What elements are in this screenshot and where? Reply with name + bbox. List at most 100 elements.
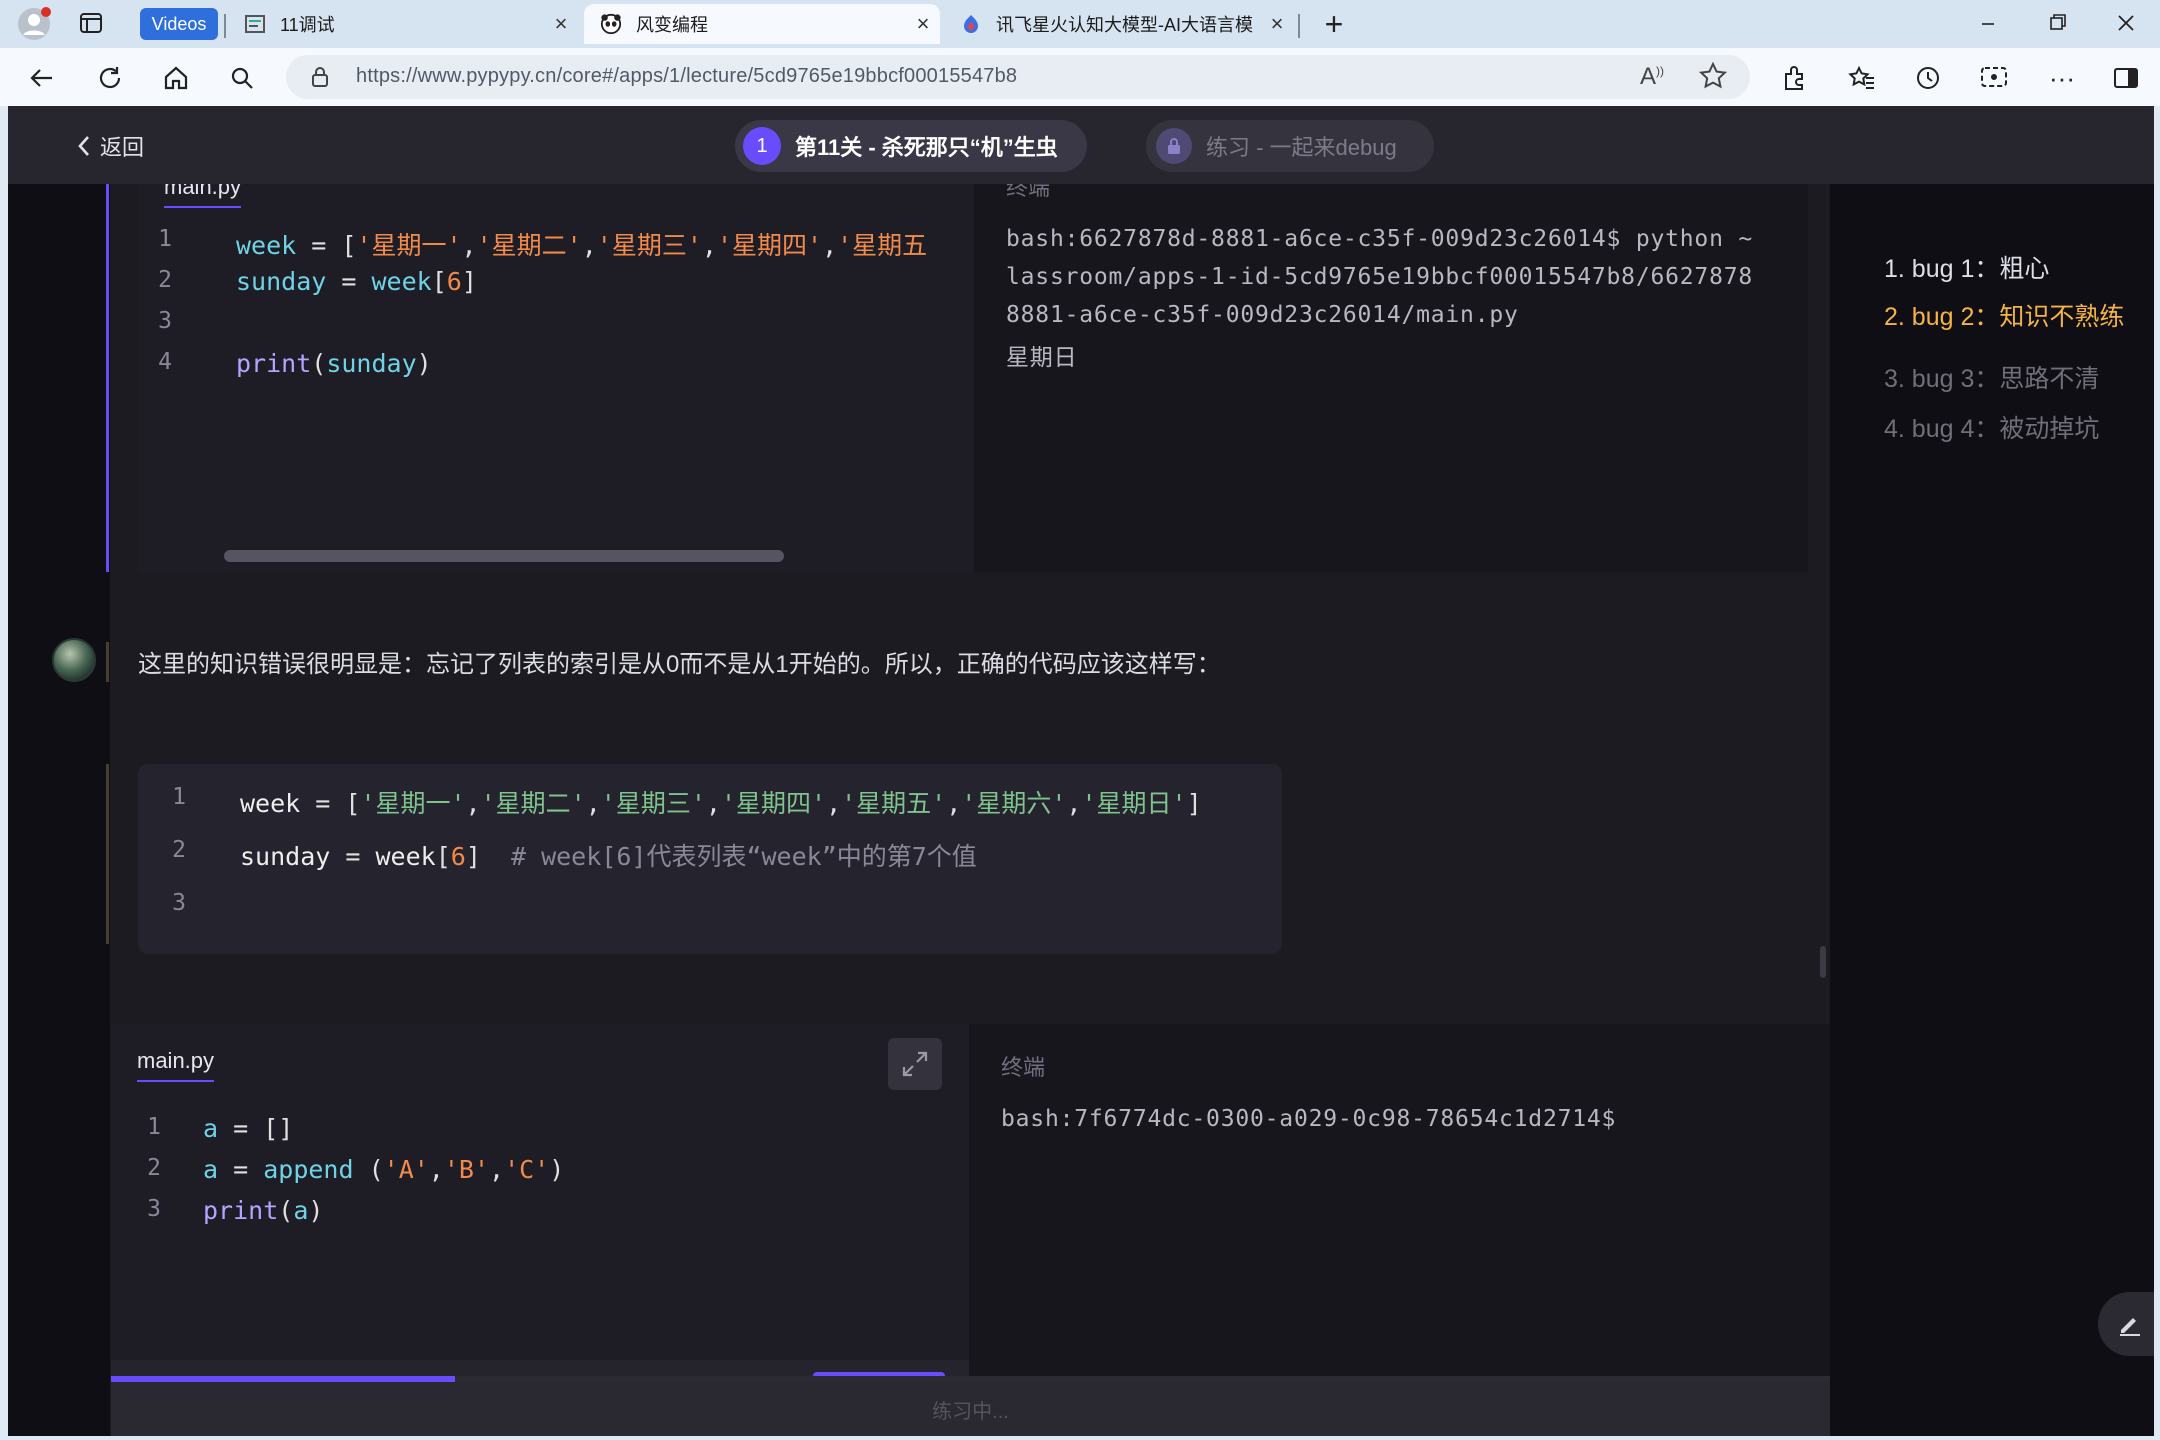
browser-tab-bar: Videos 11调试 × 风变编程 × 讯飞星火认知大模型-AI大语言模 × …	[0, 0, 2160, 48]
line-number: 3	[147, 1196, 161, 1222]
reload-icon[interactable]	[90, 58, 130, 98]
code-line: sunday = week[6] # week[6]代表列表“week”中的第7…	[240, 837, 977, 873]
code-token: 6	[450, 842, 466, 871]
line-number: 4	[158, 349, 172, 375]
tab-actions-icon[interactable]	[78, 10, 106, 38]
code-token: '星期二'	[476, 231, 582, 260]
close-tab-icon[interactable]: ×	[906, 11, 940, 37]
extensions-icon[interactable]	[1774, 58, 1814, 98]
tab-label: 11调试	[280, 15, 335, 35]
code-token: week	[240, 789, 301, 818]
read-aloud-icon[interactable]: A))	[1640, 63, 1664, 91]
line-number: 1	[172, 784, 186, 810]
profile-avatar[interactable]	[16, 6, 52, 42]
page-icon	[244, 13, 266, 35]
tab-group-label: Videos	[151, 13, 207, 34]
code-token: week	[375, 842, 436, 871]
tab-11debug[interactable]: 11调试 ×	[228, 4, 578, 44]
horizontal-scrollbar[interactable]	[224, 550, 784, 562]
back-button[interactable]: 返回	[76, 130, 144, 162]
close-tab-icon[interactable]: ×	[1260, 11, 1294, 37]
code-token: ,	[465, 789, 481, 818]
code-token: ,	[489, 1155, 505, 1184]
file-tab[interactable]: main.py	[164, 184, 242, 208]
tab-fengbian[interactable]: 风变编程 ×	[584, 4, 940, 44]
address-bar[interactable]: https://www.pypypy.cn/core#/apps/1/lectu…	[286, 55, 1750, 99]
close-tab-icon[interactable]: ×	[544, 11, 578, 37]
practice-title: 练习 - 一起来debug	[1206, 135, 1397, 160]
code-token: = [	[300, 789, 361, 818]
terminal-output-line: 星期日	[1006, 345, 1078, 371]
code-token: =	[330, 842, 376, 871]
code-token: ,	[461, 231, 477, 260]
lesson-tab[interactable]: 1 第11关 - 杀死那只“机”生虫	[735, 120, 1087, 172]
code-line: print(sunday)	[236, 349, 432, 378]
code-token: )	[549, 1155, 565, 1184]
practice-tab[interactable]: 练习 - 一起来debug	[1146, 120, 1434, 172]
code-token: '星期一'	[356, 231, 462, 260]
terminal-line: lassroom/apps-1-id-5cd9765e19bbcf0001554…	[1006, 264, 1754, 290]
new-tab-icon[interactable]: +	[1316, 6, 1352, 42]
code-token: a	[293, 1196, 309, 1225]
line-number: 1	[158, 226, 172, 252]
code-token: '星期一'	[360, 789, 466, 818]
back-icon[interactable]	[22, 58, 62, 98]
code-token: # week[6]代表列表“week”中的第7个值	[480, 842, 977, 871]
left-rail	[8, 184, 110, 1436]
line-number: 2	[172, 837, 186, 863]
code-token: ]	[465, 842, 481, 871]
outline-item-bug4[interactable]: 4. bug 4：被动掉坑	[1884, 412, 2134, 446]
home-icon[interactable]	[156, 58, 196, 98]
outline-item-bug1[interactable]: 1. bug 1：粗心	[1884, 252, 2134, 286]
code-token: sunday	[240, 842, 331, 871]
rail-marker	[106, 642, 109, 682]
code-line: a = []	[203, 1114, 293, 1143]
practice-code-editor[interactable]: main.py 123a = [] a = append ('A','B','C'…	[111, 1024, 969, 1436]
code-token: ,	[826, 789, 842, 818]
minimize-icon[interactable]	[1968, 10, 2008, 38]
screenshot-icon[interactable]	[1974, 58, 2014, 98]
favorites-icon[interactable]	[1842, 58, 1882, 98]
terminal-line: bash:6627878d-8881-a6ce-c35f-009d23c2601…	[1006, 226, 1754, 252]
code-token: =	[218, 1155, 264, 1184]
code-token: (	[353, 1155, 384, 1184]
outline-item-bug2[interactable]: 2. bug 2：知识不熟练	[1884, 300, 2134, 334]
code-token: 'B'	[443, 1155, 490, 1184]
code-token: '星期四'	[716, 231, 823, 260]
expand-button[interactable]	[888, 1038, 942, 1090]
code-token: append	[263, 1155, 354, 1184]
line-number: 3	[172, 890, 186, 916]
favorite-star-icon[interactable]	[1698, 61, 1728, 96]
file-tab[interactable]: main.py	[137, 1048, 215, 1082]
tab-group-videos[interactable]: Videos	[140, 8, 218, 40]
sidebar-toggle-icon[interactable]	[2106, 58, 2146, 98]
content-scrollbar[interactable]	[1820, 946, 1826, 978]
code-token: '星期五'	[841, 789, 947, 818]
code-token: ,	[705, 789, 721, 818]
terminal-output-example: 终端 bash:6627878d-8881-a6ce-c35f-009d23c2…	[974, 184, 1808, 572]
code-editor-example[interactable]: main.py 1 2 3 4 week = ['星期一','星期二','星期三','星…	[138, 184, 974, 572]
tutor-message: 这里的知识错误很明显是：忘记了列表的索引是从0而不是从1开始的。所以，正确的代码…	[138, 651, 1221, 678]
line-number: 3	[158, 308, 172, 334]
outline-item-bug3[interactable]: 3. bug 3：思路不清	[1884, 362, 2134, 396]
more-menu-icon[interactable]: ···	[2042, 58, 2082, 98]
close-window-icon[interactable]	[2106, 10, 2146, 38]
notes-button[interactable]	[2098, 1292, 2154, 1356]
code-token: )	[416, 349, 432, 378]
lock-icon[interactable]	[310, 66, 330, 93]
panda-icon	[600, 13, 622, 35]
tab-xunfei[interactable]: 讯飞星火认知大模型-AI大语言模 ×	[944, 4, 1294, 44]
code-token: '星期日'	[1081, 789, 1187, 818]
code-token: (	[311, 349, 327, 378]
code-token: '星期四'	[720, 789, 827, 818]
practice-status: 练习中...	[111, 1382, 1830, 1436]
code-line: sunday = week[6]	[236, 267, 477, 296]
restore-icon[interactable]	[2036, 10, 2076, 38]
practice-terminal[interactable]: 终端 bash:7f6774dc-0300-a029-0c98-78654c1d…	[969, 1024, 1830, 1436]
code-token: week	[236, 231, 297, 260]
code-token: ,	[822, 231, 838, 260]
pen-icon	[2120, 1318, 2140, 1336]
code-token: ,	[581, 231, 597, 260]
history-icon[interactable]	[1908, 58, 1948, 98]
search-icon[interactable]	[222, 58, 262, 98]
